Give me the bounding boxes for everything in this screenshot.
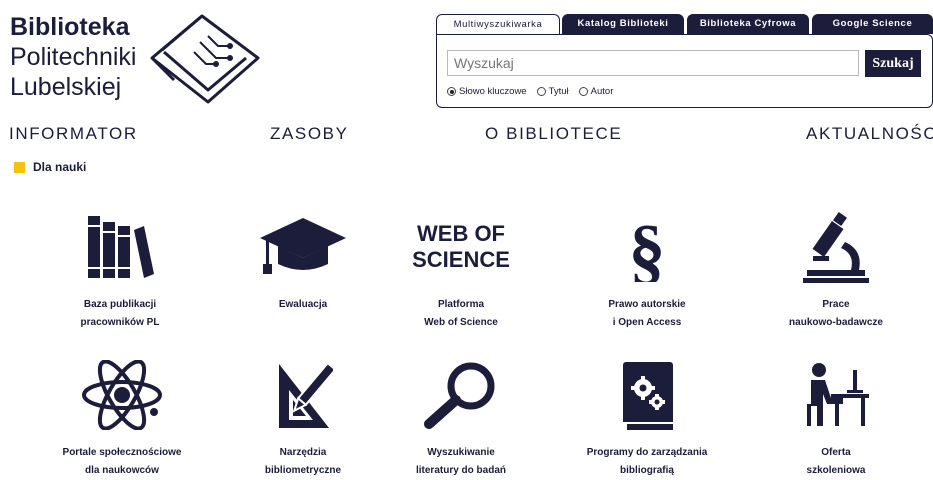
web-of-science-logo: WEB OF SCIENCE xyxy=(386,212,536,282)
tile-programy-bibliografia[interactable]: Programy do zarządzania bibliografią xyxy=(572,360,722,480)
tile-label: Narzędzia bibliometryczne xyxy=(264,447,342,476)
tile-ewaluacja[interactable]: Ewaluacja xyxy=(228,212,378,314)
logo-line-science: SCIENCE xyxy=(412,247,510,272)
tile-baza-publikacji[interactable]: Baza publikacji pracowników PL xyxy=(45,212,195,332)
logo-line-2: Politechniki xyxy=(10,43,137,71)
search-button[interactable]: Szukaj xyxy=(865,50,921,77)
section-sign-icon: § xyxy=(629,212,666,282)
tab-multiwyszukiwarka[interactable]: Multiwyszukiwarka xyxy=(436,14,560,35)
tile-label: Prawo autorskie i Open Access xyxy=(608,299,686,328)
triangle-pencil-icon xyxy=(279,361,333,428)
option-keyword[interactable]: Słowo kluczowe xyxy=(447,86,527,97)
main-nav: INFORMATOR ZASOBY O BIBLIOTECE AKTUALNOŚ… xyxy=(0,124,933,146)
search-widget: Multiwyszukiwarka Katalog Biblioteki Bib… xyxy=(436,14,933,108)
tile-prace-naukowe[interactable]: Prace naukowo-badawcze xyxy=(761,212,911,332)
library-logo[interactable]: Biblioteka Politechniki Lubelskiej xyxy=(10,12,265,107)
tile-label: Baza publikacji pracowników PL xyxy=(80,299,160,328)
nav-o-bibliotece[interactable]: O BIBLIOTECE xyxy=(485,124,622,144)
option-author[interactable]: Autor xyxy=(578,86,614,97)
tile-label: Ewaluacja xyxy=(278,299,328,310)
desk-person-icon xyxy=(807,363,869,426)
nav-zasoby[interactable]: ZASOBY xyxy=(270,124,349,144)
tile-wyszukiwanie-literatury[interactable]: Wyszukiwanie literatury do badań xyxy=(386,360,536,480)
breadcrumb: Dla nauki xyxy=(14,160,86,174)
radio-title[interactable] xyxy=(536,87,546,96)
breadcrumb-label[interactable]: Dla nauki xyxy=(33,160,86,174)
tab-biblioteka-cyfrowa[interactable]: Biblioteka Cyfrowa xyxy=(687,14,809,34)
tile-oferta-szkoleniowa[interactable]: Oferta szkoleniowa xyxy=(761,360,911,480)
breadcrumb-marker xyxy=(14,161,25,173)
option-author-label: Autor xyxy=(590,86,614,97)
magnifier-icon xyxy=(424,362,495,429)
book-circuit-icon xyxy=(150,14,260,104)
tile-label: Oferta szkoleniowa xyxy=(806,447,866,476)
option-title[interactable]: Tytuł xyxy=(536,86,569,97)
tile-label: Wyszukiwanie literatury do badań xyxy=(415,447,506,476)
tab-google-science[interactable]: Google Science xyxy=(812,14,933,34)
tile-narzedzia-bibliometryczne[interactable]: Narzędzia bibliometryczne xyxy=(228,360,378,480)
logo-line-web-of: WEB OF xyxy=(417,221,505,246)
logo-line-1: Biblioteka xyxy=(10,13,130,41)
tile-portale-spolecznosciowe[interactable]: Portale społecznościowe dla naukowców xyxy=(47,360,197,480)
search-panel: Szukaj Słowo kluczowe Tytuł Autor xyxy=(436,34,933,108)
tile-prawo-autorskie[interactable]: § Prawo autorskie i Open Access xyxy=(572,212,722,332)
logo-line-3: Lubelskiej xyxy=(10,73,122,101)
radio-author[interactable] xyxy=(578,87,588,96)
microscope-icon xyxy=(803,212,869,283)
option-title-label: Tytuł xyxy=(548,86,569,97)
svg-text:§: § xyxy=(629,212,666,282)
tile-label: Prace naukowo-badawcze xyxy=(789,299,883,328)
option-keyword-label: Słowo kluczowe xyxy=(459,86,527,97)
atom-icon xyxy=(82,360,162,430)
tile-web-of-science[interactable]: WEB OF SCIENCE Platforma Web of Science xyxy=(386,212,536,332)
books-icon xyxy=(88,216,154,278)
tile-label: Portale społecznościowe dla naukowców xyxy=(62,447,182,476)
nav-aktualnosci[interactable]: AKTUALNOŚCI xyxy=(806,124,933,144)
search-options: Słowo kluczowe Tytuł Autor xyxy=(447,86,613,97)
search-input[interactable] xyxy=(447,50,859,76)
radio-keyword[interactable] xyxy=(447,87,456,96)
tile-label: Programy do zarządzania bibliografią xyxy=(586,447,708,476)
graduation-cap-icon xyxy=(260,218,346,274)
search-tabs: Multiwyszukiwarka Katalog Biblioteki Bib… xyxy=(436,14,933,35)
gear-book-icon xyxy=(623,362,673,430)
tab-katalog-biblioteki[interactable]: Katalog Biblioteki xyxy=(562,14,684,34)
nav-informator[interactable]: INFORMATOR xyxy=(9,124,138,144)
logo-text: Biblioteka Politechniki Lubelskiej xyxy=(10,12,136,102)
tile-label: Platforma Web of Science xyxy=(424,299,498,328)
